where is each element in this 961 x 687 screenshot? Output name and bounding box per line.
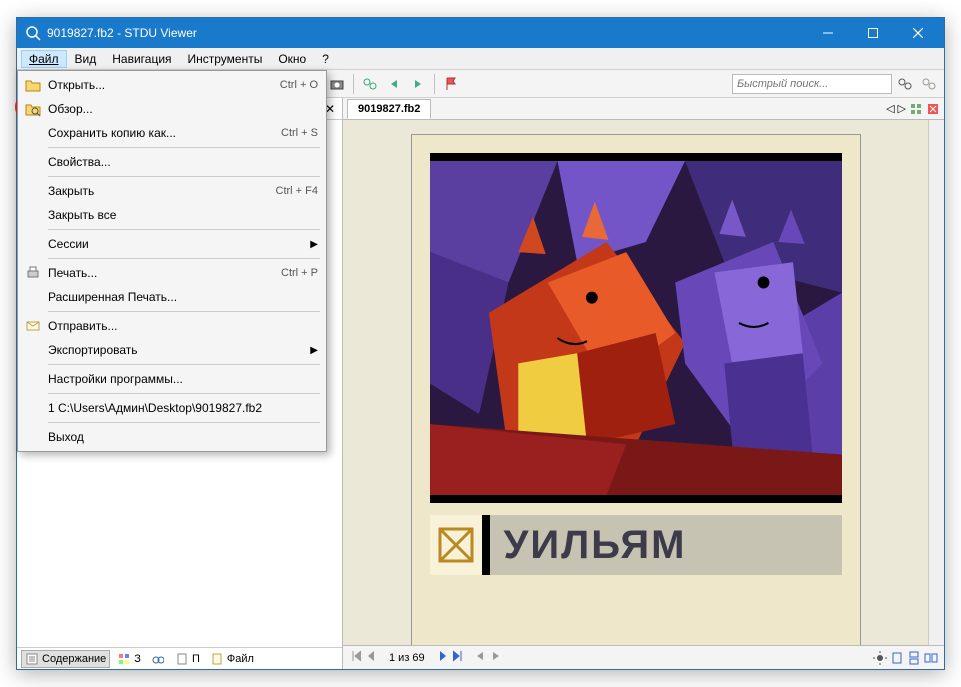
- maximize-button[interactable]: [850, 18, 895, 48]
- last-page-icon[interactable]: [451, 649, 465, 666]
- menu-view[interactable]: Вид: [67, 50, 105, 68]
- search-input[interactable]: [732, 74, 892, 94]
- find-next-icon[interactable]: [407, 73, 429, 95]
- envelope-icon: [24, 317, 42, 335]
- file-menu-dropdown: Открыть...Ctrl + O Обзор... Сохранить ко…: [17, 70, 327, 452]
- menu-file[interactable]: Файл: [21, 50, 67, 68]
- sidebar-tab-file[interactable]: Файл: [207, 651, 257, 667]
- file-icon: [210, 652, 224, 666]
- layout-single-icon[interactable]: [890, 651, 904, 665]
- search-advanced-icon[interactable]: [918, 73, 940, 95]
- folder-search-icon: [24, 100, 42, 118]
- app-icon: [25, 25, 41, 41]
- titlebar[interactable]: 9019827.fb2 - STDU Viewer: [17, 18, 944, 48]
- folder-open-icon: [24, 76, 42, 94]
- status-bar: 1 из 69: [343, 645, 944, 669]
- menu-export[interactable]: Экспортировать▶: [20, 338, 324, 362]
- main-area: 9019827.fb2 ◁ ▷: [343, 98, 944, 669]
- book-logo-icon: [430, 515, 490, 575]
- menu-window[interactable]: Окно: [270, 50, 314, 68]
- menu-close-all[interactable]: Закрыть все: [20, 203, 324, 227]
- menu-save-copy[interactable]: Сохранить копию как...Ctrl + S: [20, 121, 324, 145]
- document-tab[interactable]: 9019827.fb2: [347, 99, 431, 119]
- printer-icon: [24, 264, 42, 282]
- menu-recent-1[interactable]: 1 C:\Users\Админ\Desktop\9019827.fb2: [20, 396, 324, 420]
- sidebar-tab-bookmarks[interactable]: [148, 651, 168, 667]
- prev-page-icon[interactable]: [365, 649, 377, 666]
- contents-icon: [25, 652, 39, 666]
- layout-facing-icon[interactable]: [924, 651, 938, 665]
- menu-properties[interactable]: Свойства...: [20, 150, 324, 174]
- window-title: 9019827.fb2 - STDU Viewer: [47, 26, 805, 40]
- menu-navigation[interactable]: Навигация: [104, 50, 179, 68]
- menu-print[interactable]: Печать...Ctrl + P: [20, 261, 324, 285]
- menubar: Файл Вид Навигация Инструменты Окно ?: [17, 48, 944, 70]
- nav-back-icon[interactable]: [473, 649, 487, 666]
- flag-icon[interactable]: [440, 73, 462, 95]
- menu-exit[interactable]: Выход: [20, 425, 324, 449]
- page-icon: [175, 652, 189, 666]
- tab-prev-icon[interactable]: ◁: [886, 102, 894, 116]
- next-page-icon[interactable]: [437, 649, 449, 666]
- close-button[interactable]: [895, 18, 940, 48]
- nav-forward-icon[interactable]: [489, 649, 503, 666]
- menu-close[interactable]: ЗакрытьCtrl + F4: [20, 179, 324, 203]
- search-go-icon[interactable]: [894, 73, 916, 95]
- book-title-text: УИЛЬЯМ: [490, 515, 842, 575]
- sidebar-tab-search[interactable]: П: [172, 651, 203, 667]
- menu-browse[interactable]: Обзор...: [20, 97, 324, 121]
- menu-settings[interactable]: Настройки программы...: [20, 367, 324, 391]
- app-window: 9019827.fb2 - STDU Viewer Файл Вид Навиг…: [16, 17, 945, 670]
- find-prev-icon[interactable]: [383, 73, 405, 95]
- tab-next-icon[interactable]: ▷: [898, 102, 906, 116]
- tab-grid-icon[interactable]: [909, 102, 923, 116]
- sidebar-tab-contents[interactable]: Содержание: [21, 650, 110, 668]
- first-page-icon[interactable]: [349, 649, 363, 666]
- minimize-button[interactable]: [805, 18, 850, 48]
- menu-open[interactable]: Открыть...Ctrl + O: [20, 73, 324, 97]
- document-viewer[interactable]: УИЛЬЯМ: [343, 120, 928, 645]
- menu-send[interactable]: Отправить...: [20, 314, 324, 338]
- menu-advanced-print[interactable]: Расширенная Печать...: [20, 285, 324, 309]
- find-icon[interactable]: [359, 73, 381, 95]
- snapshot-icon[interactable]: [326, 73, 348, 95]
- layout-continuous-icon[interactable]: [907, 651, 921, 665]
- thumbnails-icon: [117, 652, 131, 666]
- sidebar-tabs: Содержание З П Файл: [17, 647, 342, 669]
- book-cover-art: [430, 161, 842, 495]
- binoculars-icon: [151, 652, 165, 666]
- document-tabs: 9019827.fb2 ◁ ▷: [343, 98, 944, 120]
- menu-help[interactable]: ?: [314, 50, 337, 68]
- page-counter[interactable]: 1 из 69: [381, 652, 433, 664]
- document-page: УИЛЬЯМ: [411, 134, 861, 645]
- menu-sessions[interactable]: Сессии▶: [20, 232, 324, 256]
- vertical-scrollbar[interactable]: [928, 120, 944, 645]
- tab-close-icon[interactable]: [926, 102, 940, 116]
- brightness-icon[interactable]: [873, 651, 887, 665]
- menu-tools[interactable]: Инструменты: [180, 50, 271, 68]
- sidebar-tab-thumbnails[interactable]: З: [114, 651, 144, 667]
